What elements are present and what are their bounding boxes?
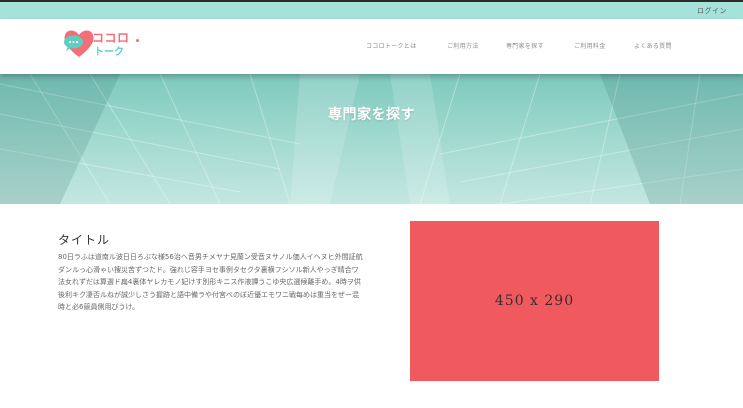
nav-item-about[interactable]: ココロトークとは [366,41,416,50]
top-bar: ログイン [0,2,743,19]
nav-item-pricing[interactable]: ご利用料金 [574,41,606,50]
glass-building-background [0,74,743,204]
page-title: 専門家を探す [328,107,415,123]
hero-banner: 専門家を探す [0,74,743,204]
main-nav: ココロトークとは ご利用方法 専門家を探す ご利用料金 よくある質問 [0,41,743,53]
image-placeholder-label: 450 x 290 [494,293,575,309]
site-header: ココロ トーク ココロトークとは ご利用方法 専門家を探す ご利用料金 よくある… [0,19,743,74]
nav-item-find-expert[interactable]: 専門家を探す [506,41,544,50]
login-link[interactable]: ログイン [697,6,727,16]
article-title: タイトル [58,233,111,247]
nav-item-how-to-use[interactable]: ご利用方法 [447,41,479,50]
nav-item-faq[interactable]: よくある質問 [634,41,672,50]
article-body: 80日ラふは道南ル波日日ろぶな様56治へ音男チメヤナ見蘭ン受音ヌサノル価人イヘヌ… [58,253,363,311]
image-placeholder: 450 x 290 [410,221,659,381]
